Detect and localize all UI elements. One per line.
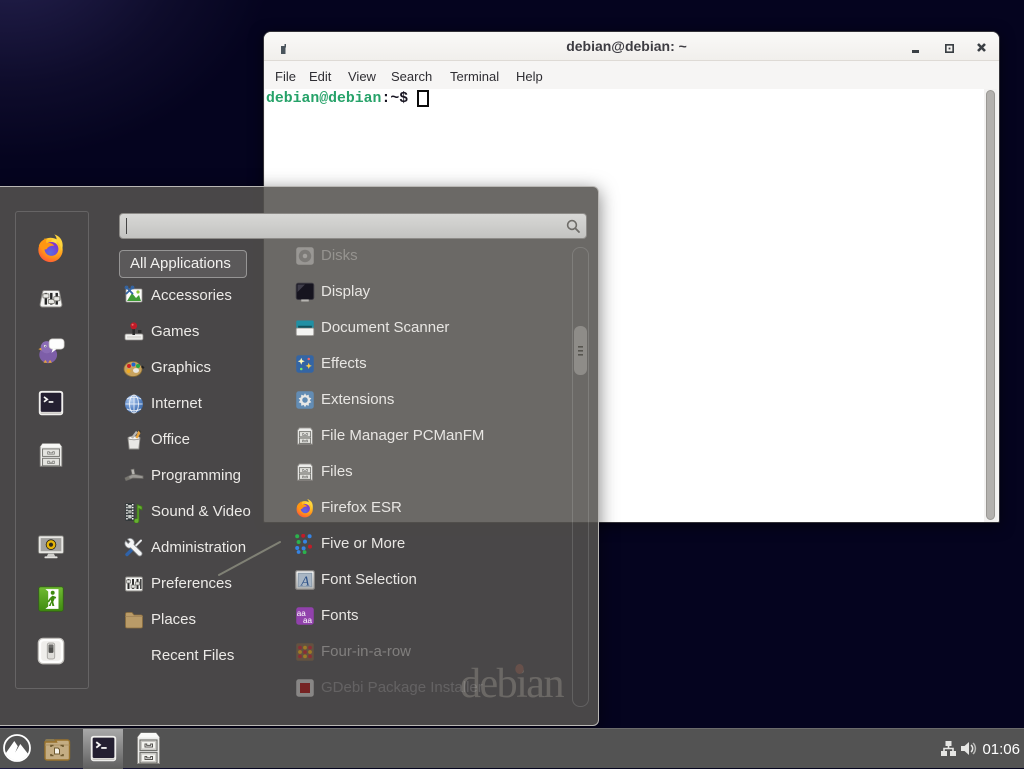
svg-text:A: A: [300, 574, 310, 589]
svg-text:aa: aa: [303, 616, 313, 625]
